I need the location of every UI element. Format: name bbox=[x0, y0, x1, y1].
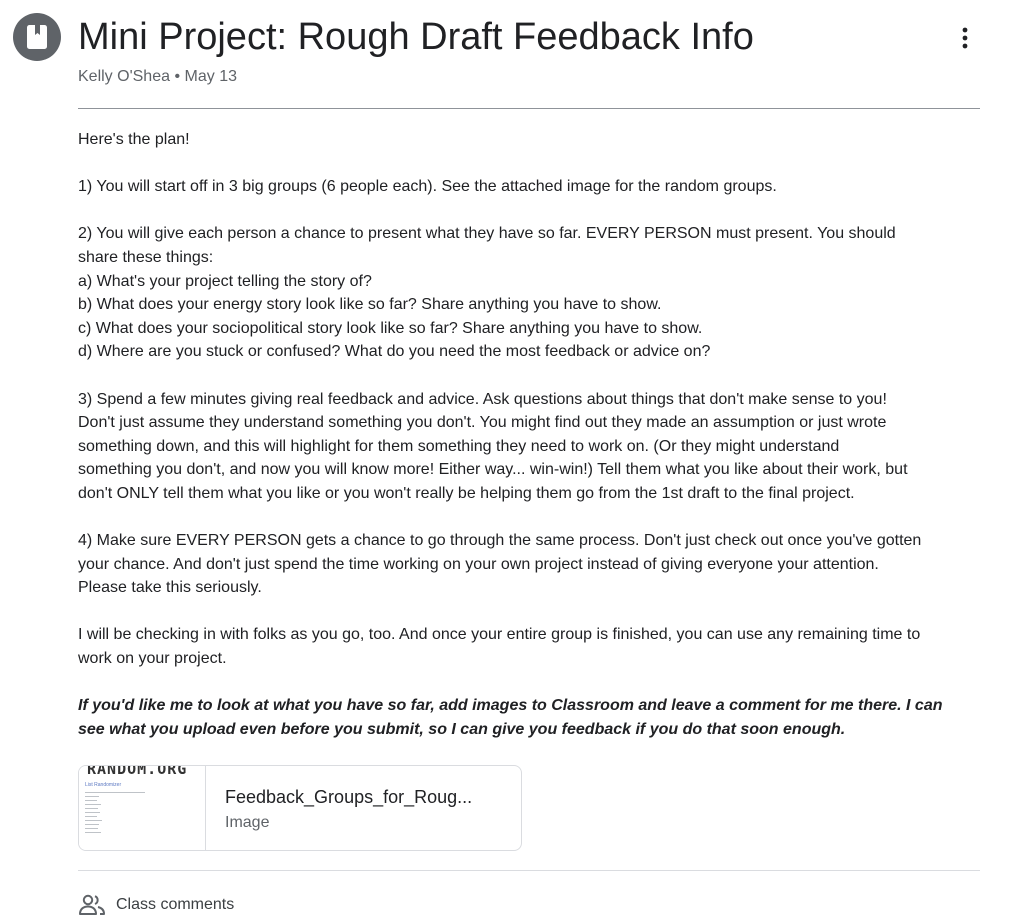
step-2-line: c) What does your sociopolitical story l… bbox=[78, 319, 703, 337]
post-date: May 13 bbox=[184, 68, 237, 85]
attachment-file-name[interactable]: Feedback_Groups_for_Roug... bbox=[225, 786, 472, 808]
step-4-line: your chance. And don't just spend the ti… bbox=[78, 555, 879, 573]
page-title: Mini Project: Rough Draft Feedback Info bbox=[78, 16, 754, 58]
closing-line: I will be checking in with folks as you … bbox=[78, 626, 921, 644]
header-divider bbox=[78, 108, 980, 109]
step-2-line: d) Where are you stuck or confused? What… bbox=[78, 343, 711, 361]
attachment-card[interactable]: RANDOM.ORG List Randomizer Feedback_Grou… bbox=[78, 765, 522, 851]
more-options-button[interactable] bbox=[944, 17, 986, 59]
assignment-description: Here's the plan! 1) You will start off i… bbox=[78, 128, 984, 741]
step-2-paragraph: 2) You will give each person a chance to… bbox=[78, 222, 984, 364]
intro-paragraph: Here's the plan! bbox=[78, 131, 190, 148]
assignment-page: Mini Project: Rough Draft Feedback Info … bbox=[0, 0, 1024, 923]
attachment-file-type: Image bbox=[225, 814, 270, 831]
closing-line: work on your project. bbox=[78, 650, 227, 668]
author-name: Kelly O'Shea bbox=[78, 68, 170, 85]
step-2-line: share these things: bbox=[78, 248, 214, 266]
step-3-line: Don't just assume they understand someth… bbox=[78, 414, 887, 432]
step-2-line: b) What does your energy story look like… bbox=[78, 296, 662, 314]
closing-paragraph: I will be checking in with folks as you … bbox=[78, 623, 984, 670]
step-3-paragraph: 3) Spend a few minutes giving real feedb… bbox=[78, 388, 984, 506]
step-3-line: something you don't, and now you will kn… bbox=[78, 461, 908, 479]
assignment-header: Mini Project: Rough Draft Feedback Info … bbox=[0, 0, 1024, 110]
thumbnail-subtitle: List Randomizer bbox=[85, 782, 122, 788]
step-3-line: something down, and this will highlight … bbox=[78, 437, 840, 455]
thumbnail-list-lines bbox=[85, 792, 145, 836]
note-paragraph: If you'd like me to look at what you hav… bbox=[78, 694, 984, 741]
step-4-line: Please take this seriously. bbox=[78, 579, 262, 597]
step-2-line: 2) You will give each person a chance to… bbox=[78, 225, 896, 243]
thumbnail-logo-text: RANDOM.ORG bbox=[87, 766, 188, 778]
note-line: If you'd like me to look at what you hav… bbox=[78, 697, 943, 715]
step-1-paragraph: 1) You will start off in 3 big groups (6… bbox=[78, 178, 777, 196]
step-3-line: 3) Spend a few minutes giving real feedb… bbox=[78, 390, 887, 408]
note-line: see what you upload even before you subm… bbox=[78, 720, 846, 738]
class-comments-label[interactable]: Class comments bbox=[116, 895, 234, 915]
step-3-line: don't ONLY tell them what you like or yo… bbox=[78, 484, 855, 502]
step-4-line: 4) Make sure EVERY PERSON gets a chance … bbox=[78, 532, 922, 550]
post-meta: Kelly O'Shea • May 13 bbox=[78, 66, 237, 88]
people-icon bbox=[79, 894, 105, 915]
more-vert-icon bbox=[962, 27, 968, 49]
attachment-info: Feedback_Groups_for_Roug... Image bbox=[206, 766, 472, 850]
meta-separator: • bbox=[174, 68, 181, 85]
attachment-thumbnail: RANDOM.ORG List Randomizer bbox=[79, 766, 206, 850]
step-4-paragraph: 4) Make sure EVERY PERSON gets a chance … bbox=[78, 529, 984, 600]
step-2-line: a) What's your project telling the story… bbox=[78, 272, 372, 290]
comments-divider bbox=[78, 870, 980, 871]
assignment-book-icon bbox=[13, 13, 61, 61]
